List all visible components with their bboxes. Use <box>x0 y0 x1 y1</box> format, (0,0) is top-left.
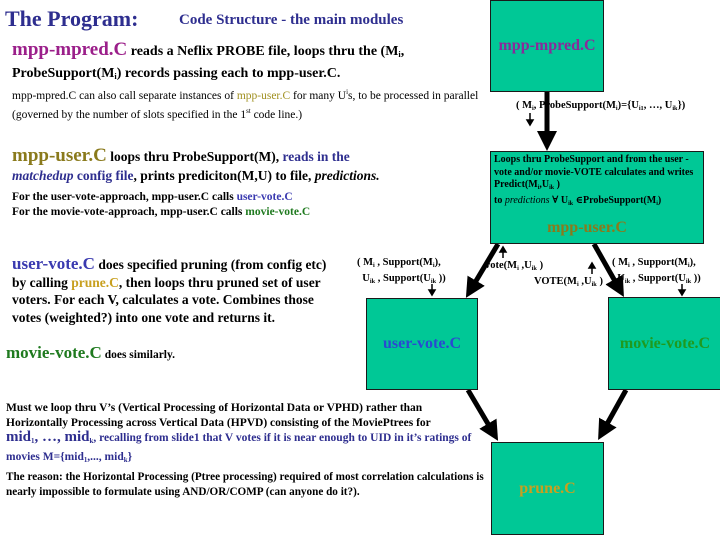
label-vote-return: vote(Mi ,Uik ) <box>485 260 544 272</box>
box-label-uservote: user-vote.C <box>382 335 462 352</box>
box-mpp-user: Loops thru ProbeSupport and from the use… <box>490 151 704 244</box>
label-movievote-args: ( Mi , Support(Mi), Uik , Support(Uik )) <box>612 257 701 285</box>
box-user-description: Loops thru ProbeSupport and from the use… <box>494 154 694 207</box>
box-user-vote: user-vote.C <box>366 298 478 390</box>
box-mpp-mpred: mpp-mpred.C <box>490 0 604 92</box>
box-prune: prune.C <box>491 442 604 535</box>
box-label-prune: prune.C <box>519 479 576 497</box>
label-VOTE-return: VOTE(Mi ,Uik ) <box>534 276 603 288</box>
box-movie-vote: movie-vote.C <box>608 297 720 390</box>
arrow-uservote-to-prune <box>465 388 499 441</box>
arrow-movievote-to-prune <box>598 388 629 440</box>
box-label-mpred: mpp-mpred.C <box>498 37 596 54</box>
box-label-movievote: movie-vote.C <box>619 334 711 352</box>
box-label-user: mpp-user.C <box>547 219 627 236</box>
label-uservote-args: ( Mi , Support(Mi), Uik , Support(Uik )) <box>357 257 446 285</box>
label-probe-support: ( Mi, ProbeSupport(Mi)={Ui1, …, Uik}) <box>516 100 686 112</box>
